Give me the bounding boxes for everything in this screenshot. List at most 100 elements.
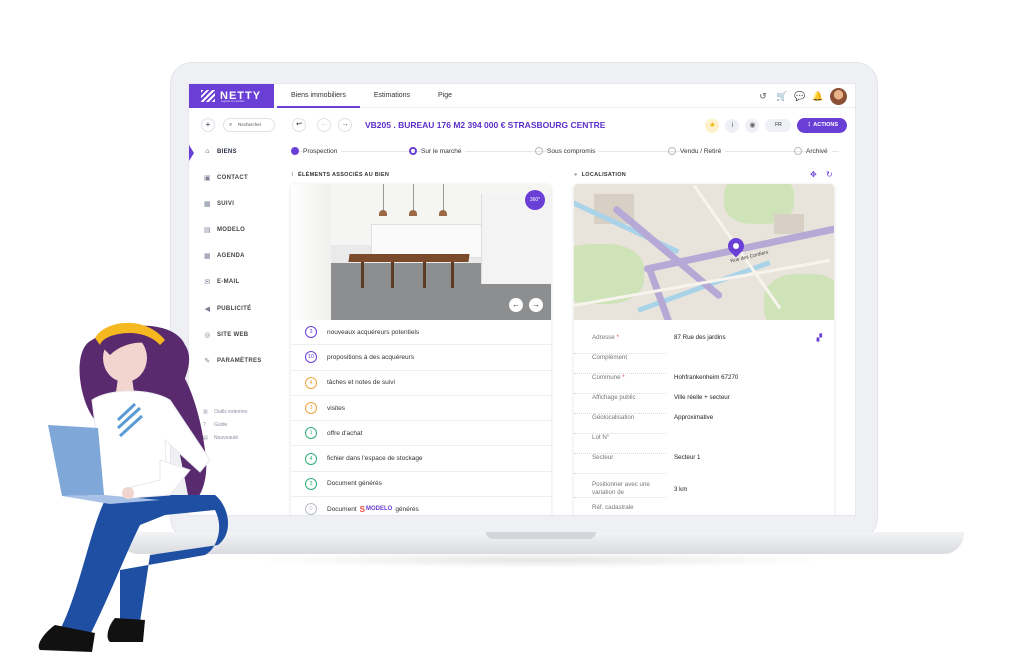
step-sous-compromis[interactable]: Sous compromis	[535, 147, 600, 155]
sidebar-item-modelo[interactable]: ▤ MODELO	[203, 226, 245, 234]
search-input[interactable]: ⌕ Rechercher	[223, 118, 275, 132]
cart-icon[interactable]: 🛒	[776, 91, 787, 102]
add-button[interactable]: +	[201, 118, 215, 132]
radio-icon	[794, 147, 802, 155]
avatar[interactable]	[830, 88, 847, 105]
list-item[interactable]: 4 fichier dans l'espace de stockage	[291, 446, 551, 472]
chat-icon[interactable]: 💬	[794, 91, 805, 102]
sidebar-item-label: AGENDA	[217, 253, 245, 259]
photo-lamp	[409, 210, 417, 216]
step-archive[interactable]: Archivé	[794, 147, 832, 155]
mail-icon: ✉	[204, 279, 211, 286]
next-button[interactable]: →	[338, 118, 352, 132]
field-label: Adresse *	[574, 334, 666, 354]
sidebar-item-contact[interactable]: ▣ CONTACT	[203, 174, 248, 182]
property-photo[interactable]: 360° ← →	[291, 184, 551, 320]
sidebar-item-label: E-MAIL	[217, 279, 240, 285]
right-shoe	[107, 618, 145, 642]
field-label-text: Commune	[592, 374, 621, 381]
agenda-icon: ▦	[204, 253, 211, 260]
modelo-s-icon: S	[359, 504, 365, 514]
modelo-logo: S MODELO	[360, 505, 393, 514]
active-marker	[189, 145, 194, 161]
modelo-brand: MODELO	[365, 506, 393, 513]
main-tabs: Biens immobiliers Estimations Pige	[277, 84, 466, 108]
list-item[interactable]: 3 nouveaux acquéreurs potentiels	[291, 320, 551, 346]
field-value[interactable]: Approximative	[674, 414, 713, 434]
field-variation: Positionner avec une variation de 3 km	[574, 474, 834, 504]
sidebar-item-biens[interactable]: ⌂ BIENS	[203, 148, 237, 155]
list-item-label: nouveaux acquéreurs potentiels	[327, 328, 420, 336]
step-prospection[interactable]: Prospection	[291, 147, 342, 155]
list-item[interactable]: 3 Document générés	[291, 472, 551, 498]
field-label: Réf. cadastrale	[574, 504, 666, 515]
actions-button[interactable]: ⋮ ACTIONS	[797, 118, 847, 133]
required-mark: *	[622, 374, 625, 381]
count-badge: 1	[305, 427, 317, 440]
woman-with-laptop-illustration	[38, 322, 229, 652]
field-label: Affichage public	[574, 394, 666, 414]
crosshair-icon[interactable]: ✥	[810, 170, 817, 179]
history-icon[interactable]: ↺	[758, 91, 768, 102]
bell-icon[interactable]: 🔔	[812, 91, 823, 102]
laptop-notch	[486, 532, 596, 539]
step-sur-le-marche[interactable]: Sur le marché	[409, 147, 466, 155]
required-mark: *	[616, 334, 619, 341]
prev-button[interactable]: ←	[317, 118, 331, 132]
elements-list: 3 nouveaux acquéreurs potentiels 10 propos…	[291, 320, 551, 515]
document-icon: ▤	[204, 227, 211, 234]
field-label: Lot N°	[574, 434, 666, 454]
list-item[interactable]: 3 visites	[291, 396, 551, 422]
photo-wire	[413, 184, 414, 211]
netty-logo[interactable]: NETTY logiciel immobilier	[189, 84, 274, 108]
step-label: Vendu / Retiré	[680, 147, 726, 155]
list-item[interactable]: 10 propositions à des acquéreurs	[291, 345, 551, 371]
map-icon[interactable]: ▞	[817, 334, 822, 342]
photo-lamp	[439, 210, 447, 216]
star-icon[interactable]: ★	[705, 118, 720, 133]
field-label: Secteur	[574, 454, 666, 474]
view-360-button[interactable]: 360°	[525, 190, 545, 210]
field-geolocalisation: Géolocalisation Approximative	[574, 414, 834, 434]
list-item-label: visites	[327, 404, 346, 412]
property-actions: ★ i ◉ FR ⋮ ACTIONS	[705, 118, 847, 133]
netty-logo-icon	[201, 90, 215, 102]
field-value[interactable]: Hohfrankenheim 67270	[674, 374, 738, 394]
list-item[interactable]: 4 tâches et notes de suivi	[291, 371, 551, 396]
location-section-header: ● LOCALISATION	[574, 172, 626, 178]
undo-button[interactable]: ↩	[292, 118, 306, 132]
list-item[interactable]: 1 offre d'achat	[291, 421, 551, 447]
info-icon[interactable]: i	[725, 118, 740, 133]
count-badge: 3	[305, 326, 317, 339]
tab-pige[interactable]: Pige	[424, 84, 466, 108]
sidebar-item-agenda[interactable]: ▦ AGENDA	[203, 252, 245, 260]
tab-estimations[interactable]: Estimations	[360, 84, 424, 108]
field-label: Positionner avec une variation de	[574, 481, 666, 498]
sidebar-item-email[interactable]: ✉ E-MAIL	[203, 278, 239, 286]
tab-biens-immobiliers[interactable]: Biens immobiliers	[277, 84, 360, 108]
field-value[interactable]: Ville réelle + secteur	[674, 394, 730, 414]
field-secteur: Secteur Secteur 1	[574, 454, 834, 474]
list-item[interactable]: 0 Document S MODELO générés	[291, 497, 551, 515]
language-select[interactable]: FR	[765, 119, 792, 132]
field-label: Complément	[574, 354, 666, 374]
field-adresse: Adresse * 87 Rue des jardins ▞	[574, 334, 834, 354]
step-label: Prospection	[303, 147, 342, 155]
status-steps: Prospection Sur le marché Sous compromis…	[291, 147, 839, 159]
eye-icon[interactable]: ◉	[745, 118, 760, 133]
list-item-label: fichier dans l'espace de stockage	[327, 455, 423, 463]
refresh-icon[interactable]: ↻	[826, 170, 833, 179]
location-map[interactable]: Rue des Cordiers	[574, 184, 834, 320]
field-value[interactable]: 87 Rue des jardins	[674, 334, 726, 354]
sidebar-item-label: SUIVI	[217, 201, 235, 207]
step-vendu-retire[interactable]: Vendu / Retiré	[668, 147, 726, 155]
field-label-text: Adresse	[592, 334, 615, 341]
photo-wire	[443, 184, 444, 211]
radio-icon	[535, 147, 543, 155]
sidebar-item-suivi[interactable]: ▦ SUIVI	[203, 200, 234, 208]
field-value[interactable]: Secteur 1	[674, 454, 700, 474]
list-item-label: propositions à des acquéreurs	[327, 353, 415, 361]
field-value[interactable]: 3 km	[674, 486, 687, 493]
photo-next-button[interactable]: →	[529, 298, 543, 312]
photo-prev-button[interactable]: ←	[509, 298, 523, 312]
